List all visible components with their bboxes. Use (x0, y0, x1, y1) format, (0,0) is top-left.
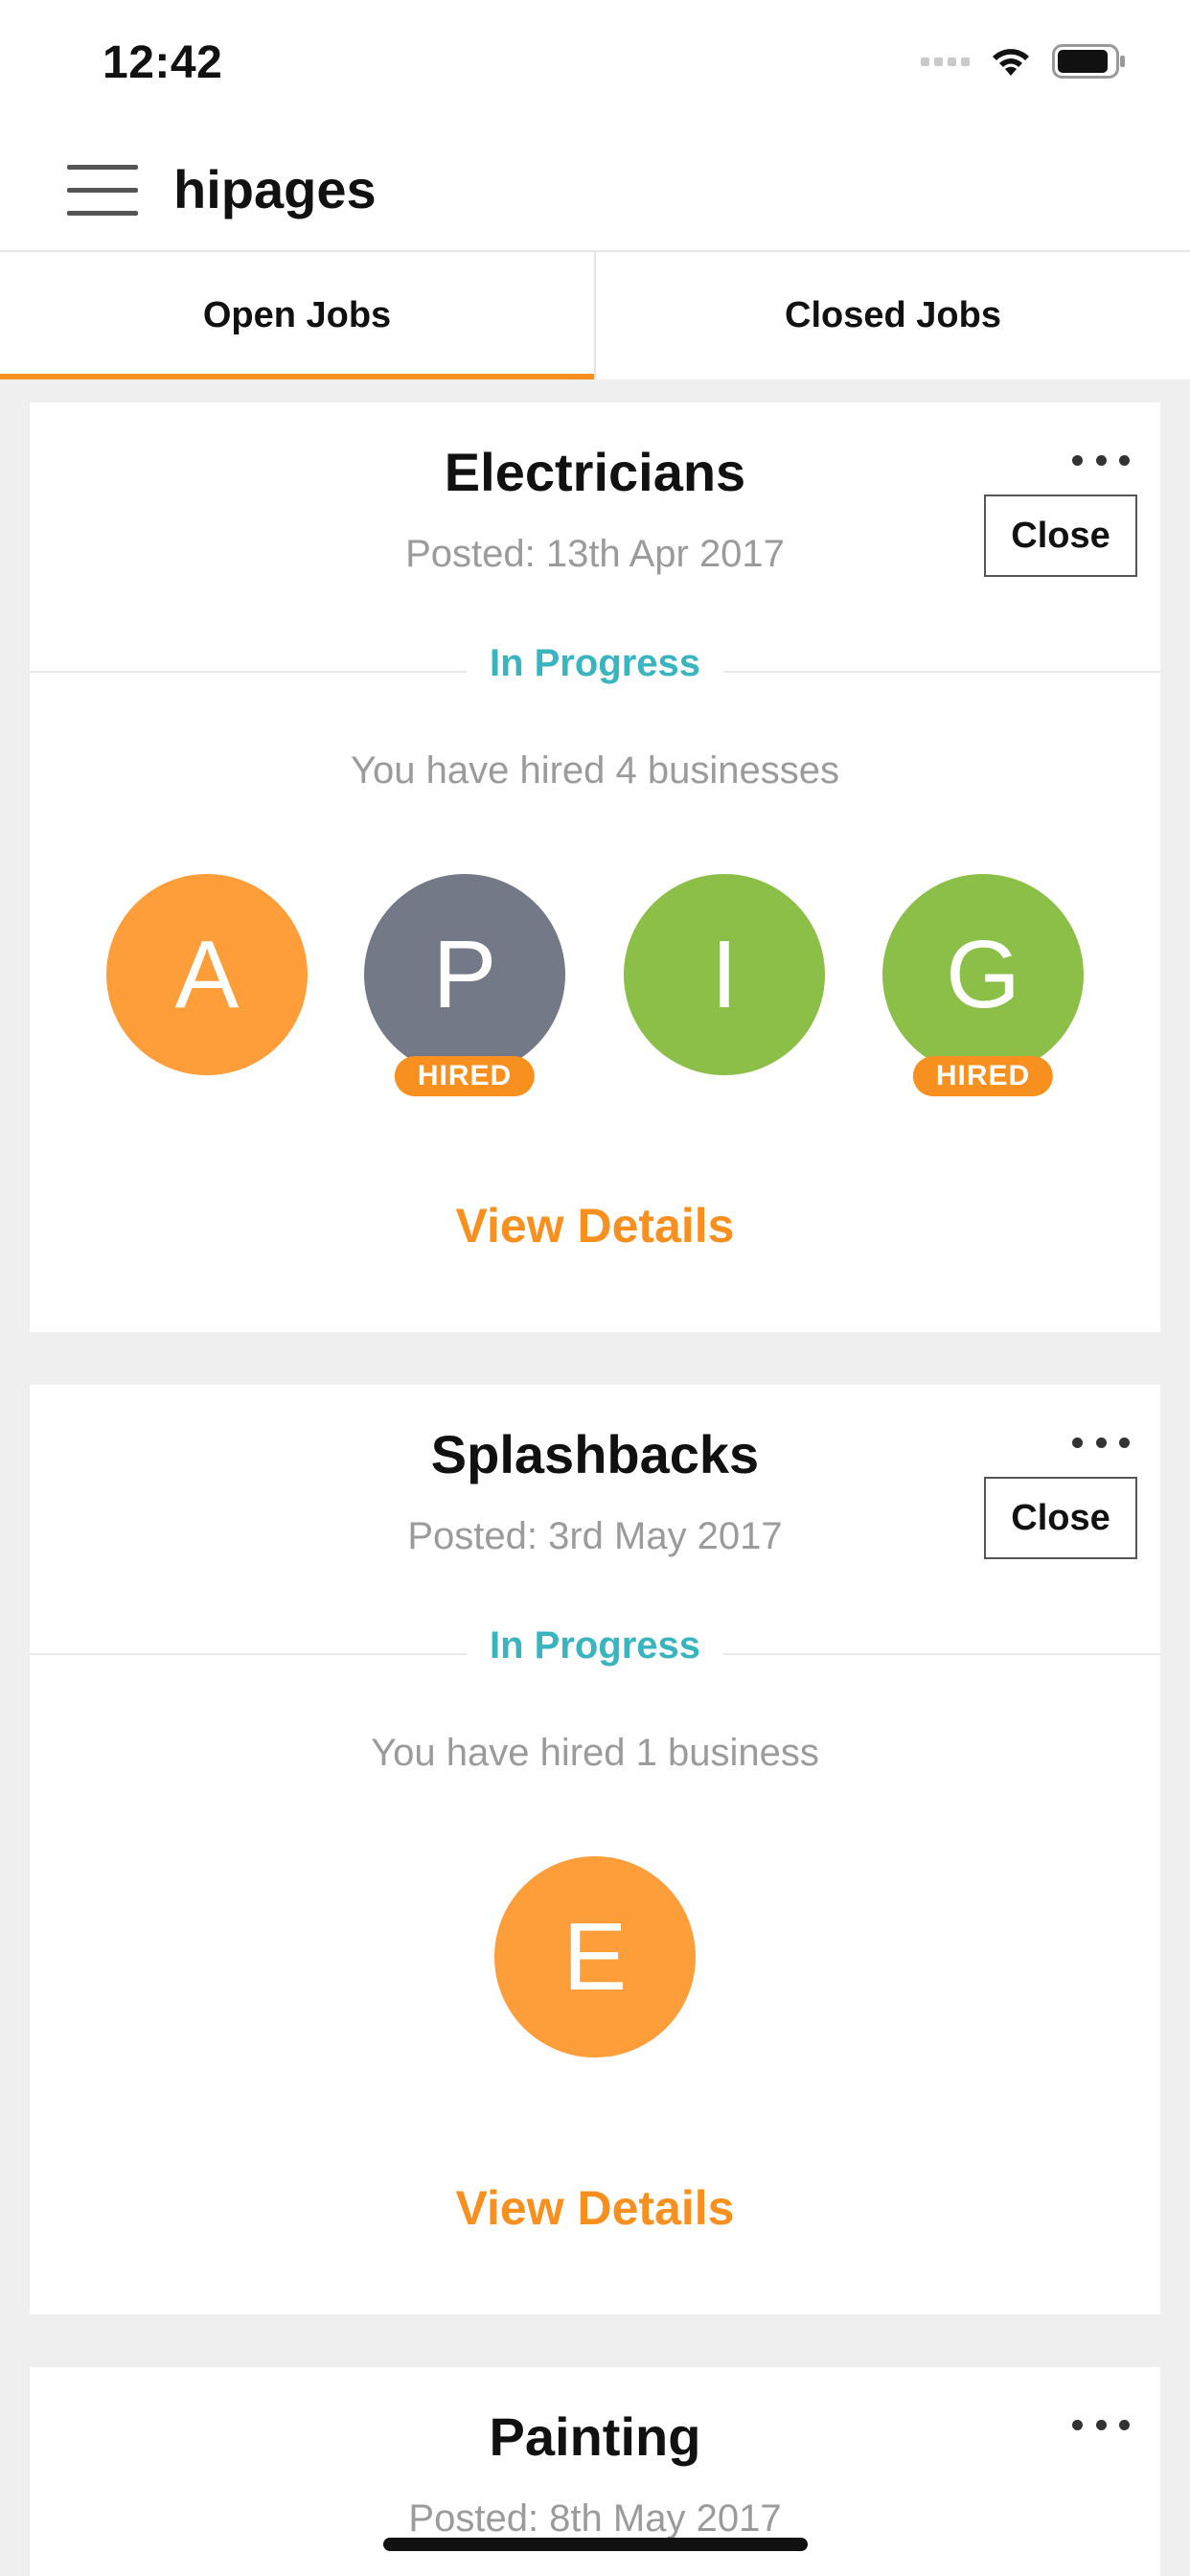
avatar-letter: A (174, 920, 240, 1028)
business-avatar[interactable]: G HIRED (882, 874, 1084, 1096)
app-header: hipages (0, 129, 1190, 252)
more-options-icon[interactable] (1072, 2415, 1130, 2434)
avatar-row: A P HIRED I G HIRED (30, 874, 1160, 1096)
status-time: 12:42 (103, 37, 223, 88)
hired-badge: HIRED (394, 1056, 536, 1096)
status-divider: In Progress (30, 1624, 1160, 1668)
business-avatar[interactable]: A (106, 874, 308, 1075)
more-options-icon[interactable] (1072, 450, 1130, 470)
battery-icon (1052, 44, 1127, 79)
job-card: Electricians Close Posted: 13th Apr 2017… (30, 402, 1160, 1332)
status-icons (921, 44, 1127, 79)
avatar-letter: P (432, 920, 497, 1028)
home-indicator (383, 2538, 808, 2551)
status-divider: In Progress (30, 642, 1160, 685)
business-avatar[interactable]: I (624, 874, 825, 1075)
job-title: Painting (489, 2406, 701, 2467)
view-details-link[interactable]: View Details (30, 2180, 1160, 2236)
job-posted-date: Posted: 3rd May 2017 (407, 1515, 783, 1557)
job-status: In Progress (466, 642, 724, 685)
job-posted-date: Posted: 8th May 2017 (408, 2497, 782, 2540)
avatar-letter: E (562, 1902, 628, 2011)
tab-closed-jobs[interactable]: Closed Jobs (594, 252, 1190, 380)
job-posted-date: Posted: 13th Apr 2017 (405, 533, 785, 575)
view-details-link[interactable]: View Details (30, 1198, 1160, 1254)
job-card: Splashbacks Close Posted: 3rd May 2017 I… (30, 1385, 1160, 2314)
avatar-row: E (30, 1856, 1160, 2067)
app-title: hipages (173, 159, 377, 219)
signal-icon (921, 57, 970, 66)
avatar-letter: G (946, 920, 1020, 1028)
wifi-icon (989, 45, 1033, 78)
more-options-icon[interactable] (1072, 1433, 1130, 1452)
hired-summary: You have hired 1 business (371, 1732, 819, 1774)
hamburger-menu-icon[interactable] (67, 165, 138, 217)
hired-badge: HIRED (912, 1056, 1054, 1096)
business-avatar[interactable]: P HIRED (364, 874, 565, 1096)
business-avatar[interactable]: E (494, 1856, 696, 2058)
job-tabs: Open Jobs Closed Jobs (0, 252, 1190, 380)
hired-summary: You have hired 4 businesses (351, 749, 839, 792)
tab-open-jobs[interactable]: Open Jobs (0, 252, 594, 380)
job-status: In Progress (466, 1624, 724, 1668)
avatar-letter: I (711, 920, 738, 1028)
status-bar: 12:42 (0, 0, 1190, 129)
